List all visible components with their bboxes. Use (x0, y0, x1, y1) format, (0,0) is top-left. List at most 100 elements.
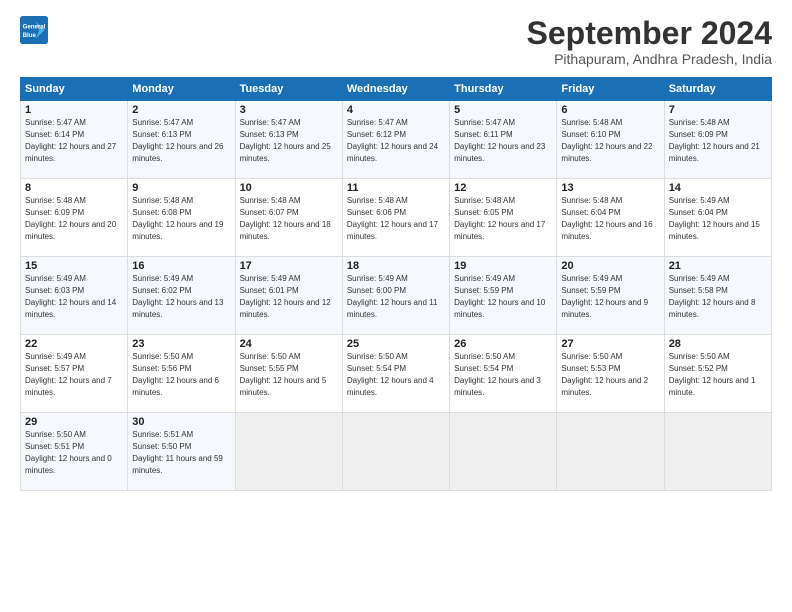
calendar-cell: 29 Sunrise: 5:50 AMSunset: 5:51 PMDayligh… (21, 413, 128, 491)
cell-text: Sunrise: 5:47 AMSunset: 6:13 PMDaylight:… (132, 118, 223, 162)
day-number: 23 (132, 338, 230, 350)
cell-text: Sunrise: 5:47 AMSunset: 6:12 PMDaylight:… (347, 118, 438, 162)
day-number: 9 (132, 182, 230, 194)
day-number: 2 (132, 104, 230, 116)
calendar-cell: 24 Sunrise: 5:50 AMSunset: 5:55 PMDayligh… (235, 335, 342, 413)
day-number: 29 (25, 416, 123, 428)
calendar-cell: 9 Sunrise: 5:48 AMSunset: 6:08 PMDaylight… (128, 179, 235, 257)
header-row: Sunday Monday Tuesday Wednesday Thursday… (21, 78, 772, 101)
day-number: 6 (561, 104, 659, 116)
day-number: 4 (347, 104, 445, 116)
cell-text: Sunrise: 5:48 AMSunset: 6:07 PMDaylight:… (240, 196, 331, 240)
calendar-cell: 25 Sunrise: 5:50 AMSunset: 5:54 PMDayligh… (342, 335, 449, 413)
calendar-cell: 13Sunrise: 5:48 AMSunset: 6:04 PMDayligh… (557, 179, 664, 257)
subtitle: Pithapuram, Andhra Pradesh, India (527, 51, 772, 67)
calendar-cell: 27 Sunrise: 5:50 AMSunset: 5:53 PMDayligh… (557, 335, 664, 413)
calendar-body: 1 Sunrise: 5:47 AMSunset: 6:14 PMDaylight… (21, 101, 772, 491)
col-saturday: Saturday (664, 78, 771, 101)
day-number: 7 (669, 104, 767, 116)
calendar-row: 22 Sunrise: 5:49 AMSunset: 5:57 PMDayligh… (21, 335, 772, 413)
cell-text: Sunrise: 5:48 AMSunset: 6:08 PMDaylight:… (132, 196, 223, 240)
calendar-table: Sunday Monday Tuesday Wednesday Thursday… (20, 77, 772, 491)
day-number: 22 (25, 338, 123, 350)
day-number: 8 (25, 182, 123, 194)
cell-text: Sunrise: 5:49 AMSunset: 5:59 PMDaylight:… (561, 274, 648, 318)
calendar-cell (450, 413, 557, 491)
cell-text: Sunrise: 5:49 AMSunset: 6:00 PMDaylight:… (347, 274, 438, 318)
day-number: 14 (669, 182, 767, 194)
day-number: 3 (240, 104, 338, 116)
day-number: 10 (240, 182, 338, 194)
calendar-cell (235, 413, 342, 491)
calendar-cell: 30 Sunrise: 5:51 AMSunset: 5:50 PMDayligh… (128, 413, 235, 491)
cell-text: Sunrise: 5:48 AMSunset: 6:06 PMDaylight:… (347, 196, 438, 240)
calendar-cell: 18 Sunrise: 5:49 AMSunset: 6:00 PMDayligh… (342, 257, 449, 335)
cell-text: Sunrise: 5:50 AMSunset: 5:51 PMDaylight:… (25, 430, 112, 474)
cell-text: Sunrise: 5:50 AMSunset: 5:54 PMDaylight:… (454, 352, 541, 396)
calendar-cell: 2 Sunrise: 5:47 AMSunset: 6:13 PMDaylight… (128, 101, 235, 179)
calendar-cell: 15 Sunrise: 5:49 AMSunset: 6:03 PMDayligh… (21, 257, 128, 335)
day-number: 12 (454, 182, 552, 194)
cell-text: Sunrise: 5:47 AMSunset: 6:13 PMDaylight:… (240, 118, 331, 162)
calendar-cell: 3 Sunrise: 5:47 AMSunset: 6:13 PMDaylight… (235, 101, 342, 179)
calendar-cell: 21Sunrise: 5:49 AMSunset: 5:58 PMDayligh… (664, 257, 771, 335)
calendar-cell: 6 Sunrise: 5:48 AMSunset: 6:10 PMDaylight… (557, 101, 664, 179)
day-number: 30 (132, 416, 230, 428)
calendar-cell: 19 Sunrise: 5:49 AMSunset: 5:59 PMDayligh… (450, 257, 557, 335)
calendar-cell: 10 Sunrise: 5:48 AMSunset: 6:07 PMDayligh… (235, 179, 342, 257)
calendar-cell (342, 413, 449, 491)
day-number: 27 (561, 338, 659, 350)
calendar-cell: 1 Sunrise: 5:47 AMSunset: 6:14 PMDaylight… (21, 101, 128, 179)
calendar-row: 8 Sunrise: 5:48 AMSunset: 6:09 PMDaylight… (21, 179, 772, 257)
col-tuesday: Tuesday (235, 78, 342, 101)
cell-text: Sunrise: 5:50 AMSunset: 5:53 PMDaylight:… (561, 352, 648, 396)
svg-text:General: General (23, 23, 46, 30)
calendar-cell: 16Sunrise: 5:49 AMSunset: 6:02 PMDayligh… (128, 257, 235, 335)
col-sunday: Sunday (21, 78, 128, 101)
day-number: 18 (347, 260, 445, 272)
svg-text:Blue: Blue (23, 32, 37, 39)
page: General Blue September 2024 Pithapuram, … (0, 0, 792, 612)
logo: General Blue (20, 16, 48, 44)
cell-text: Sunrise: 5:49 AMSunset: 5:57 PMDaylight:… (25, 352, 112, 396)
cell-text: Sunrise: 5:49 AMSunset: 5:59 PMDaylight:… (454, 274, 545, 318)
calendar-cell: 12 Sunrise: 5:48 AMSunset: 6:05 PMDayligh… (450, 179, 557, 257)
calendar-cell: 17Sunrise: 5:49 AMSunset: 6:01 PMDayligh… (235, 257, 342, 335)
calendar-row: 1 Sunrise: 5:47 AMSunset: 6:14 PMDaylight… (21, 101, 772, 179)
day-number: 24 (240, 338, 338, 350)
cell-text: Sunrise: 5:49 AMSunset: 6:03 PMDaylight:… (25, 274, 116, 318)
cell-text: Sunrise: 5:49 AMSunset: 5:58 PMDaylight:… (669, 274, 756, 318)
day-number: 15 (25, 260, 123, 272)
day-number: 25 (347, 338, 445, 350)
cell-text: Sunrise: 5:48 AMSunset: 6:09 PMDaylight:… (25, 196, 116, 240)
day-number: 19 (454, 260, 552, 272)
calendar-cell: 11Sunrise: 5:48 AMSunset: 6:06 PMDayligh… (342, 179, 449, 257)
day-number: 20 (561, 260, 659, 272)
cell-text: Sunrise: 5:49 AMSunset: 6:01 PMDaylight:… (240, 274, 331, 318)
calendar-cell (557, 413, 664, 491)
calendar-cell: 22 Sunrise: 5:49 AMSunset: 5:57 PMDayligh… (21, 335, 128, 413)
cell-text: Sunrise: 5:48 AMSunset: 6:10 PMDaylight:… (561, 118, 652, 162)
cell-text: Sunrise: 5:50 AMSunset: 5:54 PMDaylight:… (347, 352, 434, 396)
calendar-cell: 8 Sunrise: 5:48 AMSunset: 6:09 PMDaylight… (21, 179, 128, 257)
cell-text: Sunrise: 5:51 AMSunset: 5:50 PMDaylight:… (132, 430, 223, 474)
cell-text: Sunrise: 5:47 AMSunset: 6:14 PMDaylight:… (25, 118, 116, 162)
day-number: 26 (454, 338, 552, 350)
calendar-row: 15 Sunrise: 5:49 AMSunset: 6:03 PMDayligh… (21, 257, 772, 335)
cell-text: Sunrise: 5:48 AMSunset: 6:09 PMDaylight:… (669, 118, 760, 162)
cell-text: Sunrise: 5:48 AMSunset: 6:05 PMDaylight:… (454, 196, 545, 240)
calendar-cell: 4 Sunrise: 5:47 AMSunset: 6:12 PMDaylight… (342, 101, 449, 179)
cell-text: Sunrise: 5:47 AMSunset: 6:11 PMDaylight:… (454, 118, 545, 162)
day-number: 16 (132, 260, 230, 272)
calendar-row: 29 Sunrise: 5:50 AMSunset: 5:51 PMDayligh… (21, 413, 772, 491)
calendar-cell: 7 Sunrise: 5:48 AMSunset: 6:09 PMDaylight… (664, 101, 771, 179)
month-title: September 2024 (527, 16, 772, 51)
col-wednesday: Wednesday (342, 78, 449, 101)
calendar-cell: 23Sunrise: 5:50 AMSunset: 5:56 PMDayligh… (128, 335, 235, 413)
calendar-cell (664, 413, 771, 491)
col-friday: Friday (557, 78, 664, 101)
title-block: September 2024 Pithapuram, Andhra Prades… (527, 16, 772, 67)
cell-text: Sunrise: 5:50 AMSunset: 5:55 PMDaylight:… (240, 352, 327, 396)
calendar-cell: 5Sunrise: 5:47 AMSunset: 6:11 PMDaylight… (450, 101, 557, 179)
day-number: 1 (25, 104, 123, 116)
